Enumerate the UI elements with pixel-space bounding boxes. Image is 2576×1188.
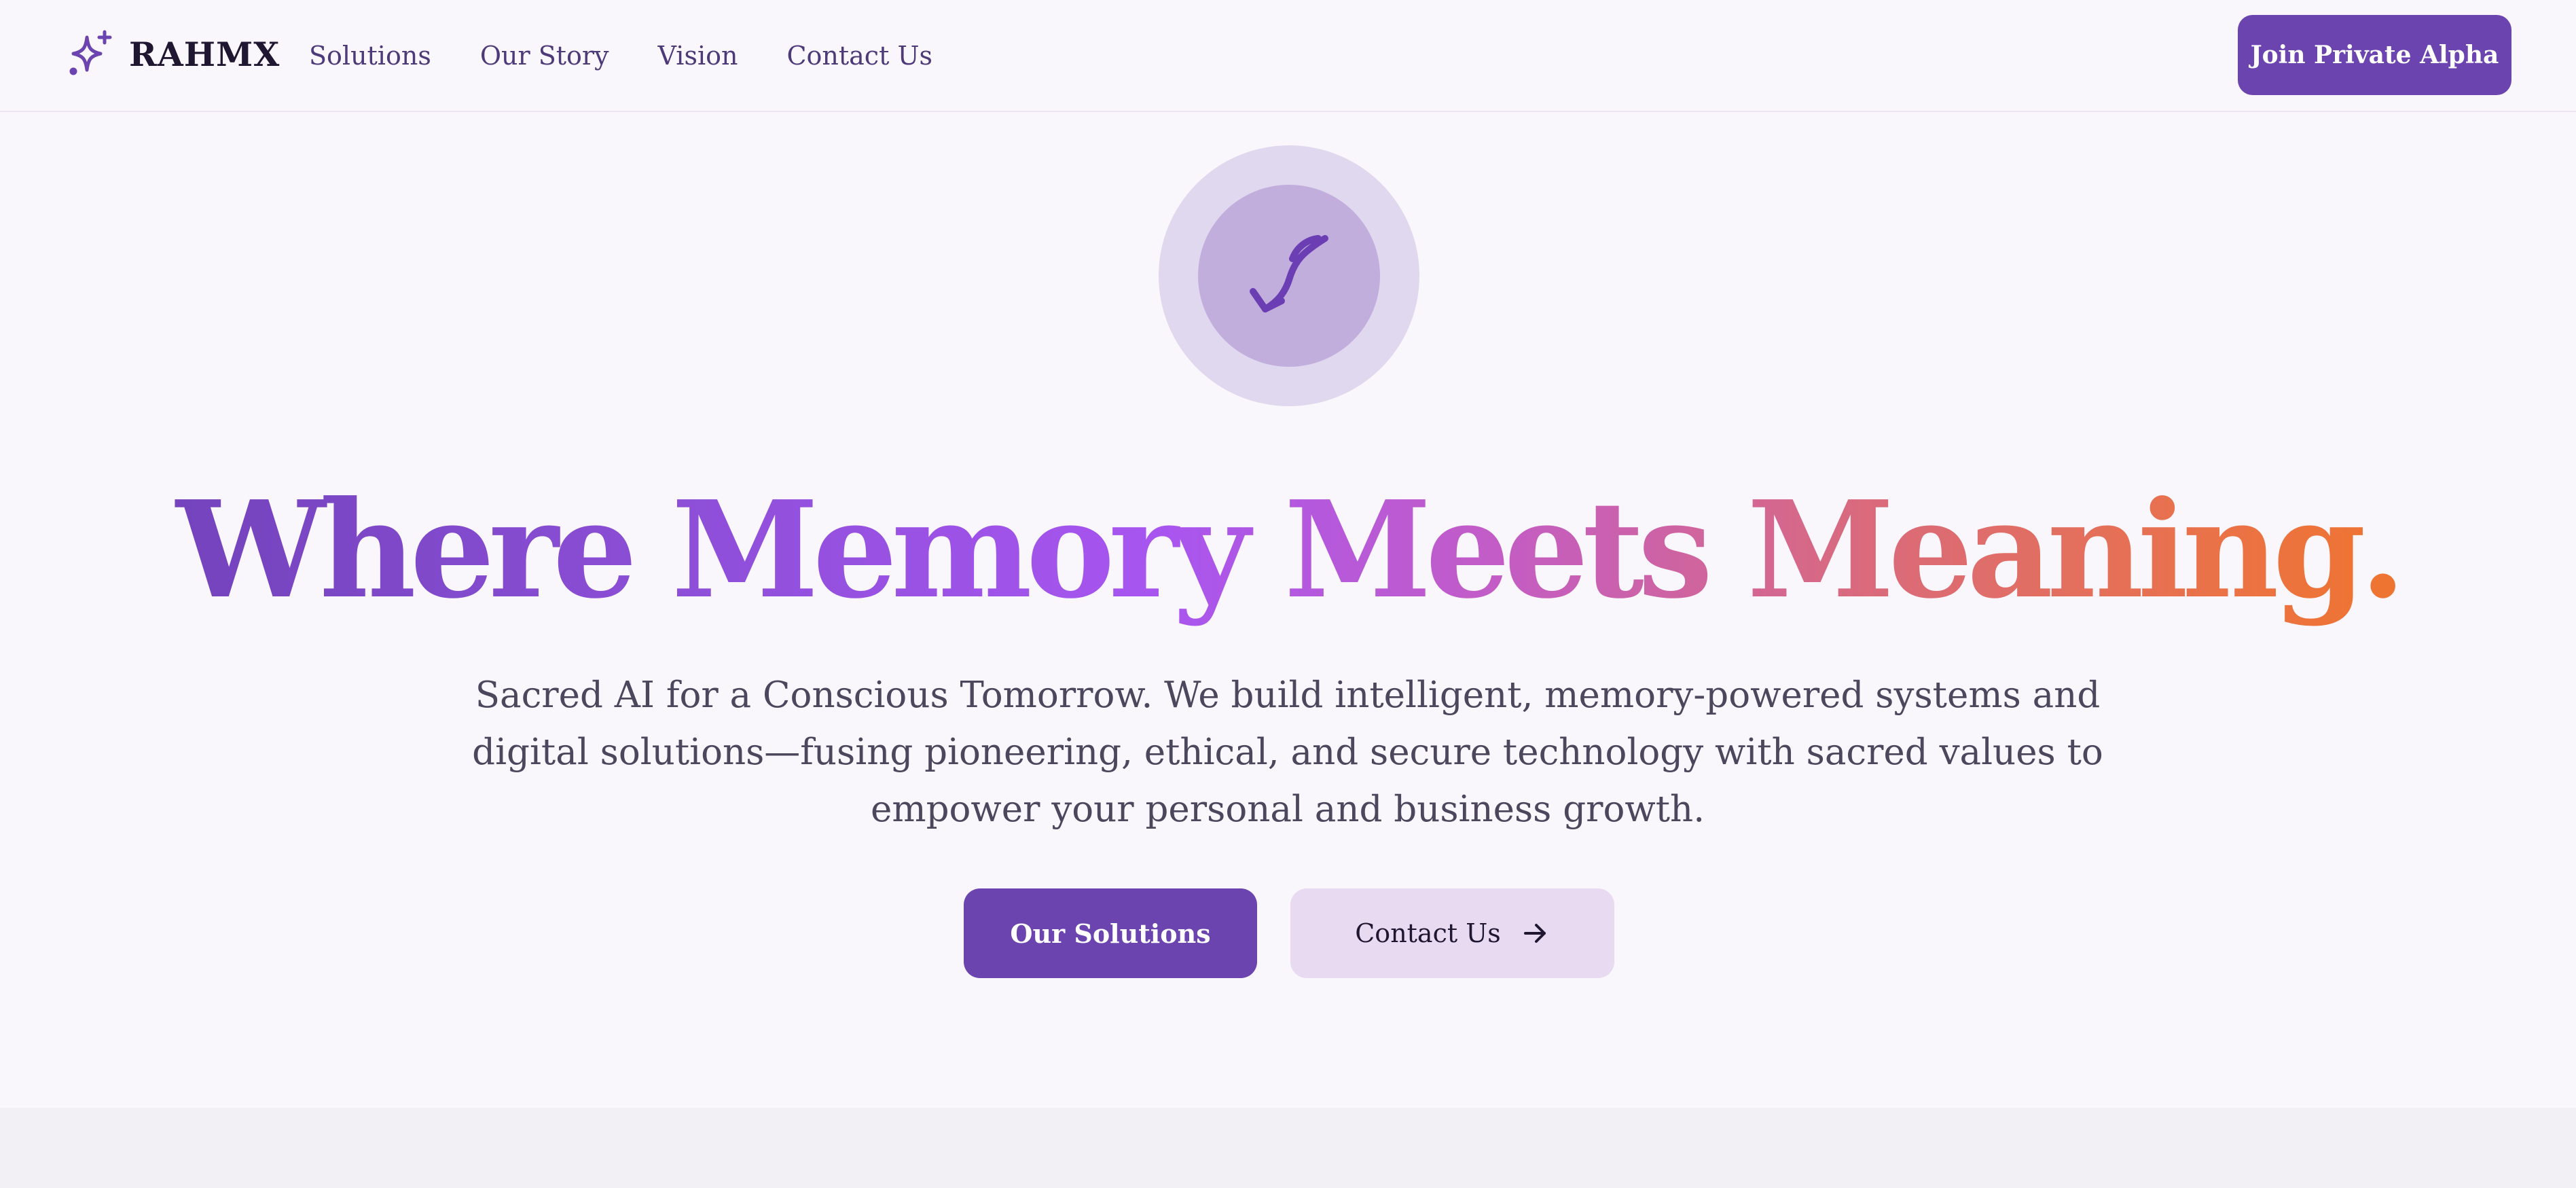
brand-name: RAHMX <box>129 35 280 74</box>
top-nav: RAHMX Solutions Our Story Vision Contact… <box>0 0 2576 112</box>
headline-word: Meaning. <box>1747 472 2400 628</box>
next-section-band <box>0 1108 2576 1188</box>
hero-subtitle: Sacred AI for a Conscious Tomorrow. We b… <box>472 674 2103 830</box>
hero-badge-inner <box>1198 185 1380 367</box>
contact-us-button[interactable]: Contact Us <box>1290 888 1614 978</box>
headline-word: Meets <box>1284 472 1707 628</box>
nav-link-solutions[interactable]: Solutions <box>309 34 431 77</box>
headline-word: Where <box>176 472 632 628</box>
primary-nav: Solutions Our Story Vision Contact Us <box>309 34 932 77</box>
our-solutions-button[interactable]: Our Solutions <box>964 888 1257 978</box>
sparkle-icon <box>65 29 115 79</box>
arrow-right-icon <box>1520 918 1550 948</box>
quill-icon <box>1238 225 1340 327</box>
brand-logo[interactable]: RAHMX <box>65 27 280 82</box>
hero-badge <box>1159 145 1419 406</box>
join-private-alpha-button[interactable]: Join Private Alpha <box>2238 15 2511 95</box>
headline-word: Memory <box>671 472 1244 628</box>
contact-us-label: Contact Us <box>1355 918 1501 948</box>
nav-link-vision[interactable]: Vision <box>658 34 738 77</box>
nav-link-our-story[interactable]: Our Story <box>480 34 609 77</box>
hero-headline: Where Memory Meets Meaning. <box>0 469 2576 632</box>
nav-link-contact-us[interactable]: Contact Us <box>786 34 932 77</box>
